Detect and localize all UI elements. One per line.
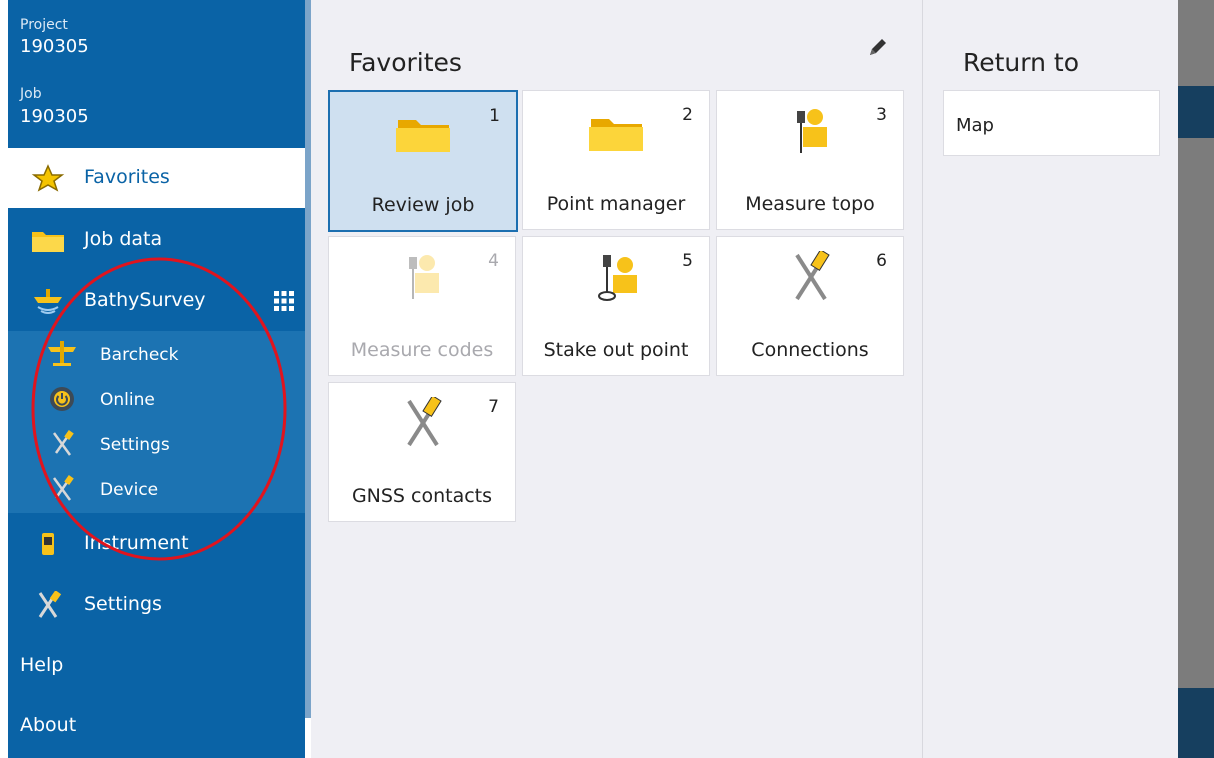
sidebar-item-label: Settings — [84, 593, 162, 615]
background-app-strip — [1178, 0, 1214, 758]
boat-sonar-icon — [34, 289, 62, 314]
tile-number: 2 — [682, 105, 693, 125]
favorite-tile-stake-out-point[interactable]: 5 Stake out point — [522, 236, 710, 376]
tile-number: 3 — [876, 105, 887, 125]
instrument-icon — [42, 533, 54, 555]
tile-label: Review job — [371, 194, 475, 216]
sidebar-item-label: About — [20, 714, 77, 736]
sidebar-item-favorites[interactable]: Favorites — [8, 148, 305, 208]
pencil-icon[interactable] — [867, 36, 889, 58]
sidebar-item-help[interactable]: Help — [8, 636, 305, 696]
barcheck-icon — [48, 341, 76, 366]
favorite-tile-gnss-contacts[interactable]: 7 GNSS contacts — [328, 382, 516, 522]
project-label: Project — [20, 17, 68, 33]
page-title: Favorites — [349, 48, 462, 77]
sidebar-item-bathysurvey[interactable]: BathySurvey — [8, 271, 305, 331]
background-bar — [1178, 688, 1214, 758]
sidebar-item-label: Favorites — [84, 166, 170, 188]
tools-icon — [407, 397, 442, 447]
favorite-tile-measure-codes[interactable]: 4 Measure codes — [328, 236, 516, 376]
bathysurvey-submenu: Barcheck Online Settings Device — [8, 331, 305, 513]
folder-icon — [32, 232, 64, 252]
job-value: 190305 — [20, 106, 89, 127]
submenu-item-settings[interactable]: Settings — [8, 423, 305, 468]
tile-label: Point manager — [546, 193, 686, 215]
sidebar-item-job-data[interactable]: Job data — [8, 210, 305, 270]
submenu-item-device[interactable]: Device — [8, 468, 305, 513]
submenu-item-label: Device — [100, 480, 159, 500]
submenu-item-barcheck[interactable]: Barcheck — [8, 333, 305, 378]
power-icon — [50, 387, 74, 411]
tile-number: 6 — [876, 251, 887, 271]
tools-icon — [52, 475, 74, 501]
favorite-tile-connections[interactable]: 6 Connections — [716, 236, 904, 376]
return-to-title: Return to — [963, 48, 1080, 77]
surveyor-icon — [409, 255, 439, 299]
favorite-tile-measure-topo[interactable]: 3 Measure topo — [716, 90, 904, 230]
job-label: Job — [20, 86, 42, 102]
folder-icon — [589, 119, 643, 151]
favorite-tile-review-job[interactable]: 1 Review job — [328, 90, 518, 232]
stakeout-icon — [598, 255, 637, 301]
tile-label: Connections — [751, 339, 869, 361]
tile-label: Stake out point — [543, 339, 689, 361]
map-button[interactable]: Map — [943, 90, 1160, 156]
submenu-item-label: Settings — [100, 435, 170, 455]
sidebar-item-label: BathySurvey — [84, 289, 206, 311]
sidebar: Project 190305 Job 190305 Favorites Job … — [8, 0, 305, 758]
tile-number: 5 — [682, 251, 693, 271]
tools-icon — [795, 251, 830, 301]
tools-icon — [38, 591, 62, 618]
tile-label: Measure topo — [745, 193, 875, 215]
background-bar — [1178, 86, 1214, 138]
sidebar-item-instrument[interactable]: Instrument — [8, 514, 305, 574]
folder-icon — [396, 120, 450, 152]
surveyor-icon — [797, 109, 827, 153]
sidebar-item-label: Job data — [84, 228, 163, 250]
sidebar-item-label: Help — [20, 654, 64, 676]
favorite-tile-point-manager[interactable]: 2 Point manager — [522, 90, 710, 230]
tile-number: 4 — [488, 251, 499, 271]
tile-number: 1 — [489, 106, 500, 126]
submenu-item-label: Online — [100, 390, 155, 410]
submenu-item-label: Barcheck — [100, 345, 179, 365]
project-job-header: Project 190305 Job 190305 — [8, 0, 305, 148]
sidebar-item-about[interactable]: About — [8, 696, 305, 756]
return-to-panel: Return to Map — [922, 0, 1178, 758]
sidebar-item-label: Instrument — [84, 532, 189, 554]
map-button-label: Map — [956, 115, 994, 136]
app-grid-icon[interactable] — [273, 290, 295, 312]
tile-number: 7 — [488, 397, 499, 417]
sidebar-item-settings[interactable]: Settings — [8, 575, 305, 635]
tile-label: GNSS contacts — [351, 485, 493, 507]
favorites-panel: Favorites 1 Review job 2 Point manager 3… — [311, 0, 922, 758]
star-icon — [31, 164, 65, 192]
tools-icon — [52, 430, 74, 456]
project-value: 190305 — [20, 36, 89, 57]
tile-label: Measure codes — [350, 339, 494, 361]
submenu-item-online[interactable]: Online — [8, 378, 305, 423]
